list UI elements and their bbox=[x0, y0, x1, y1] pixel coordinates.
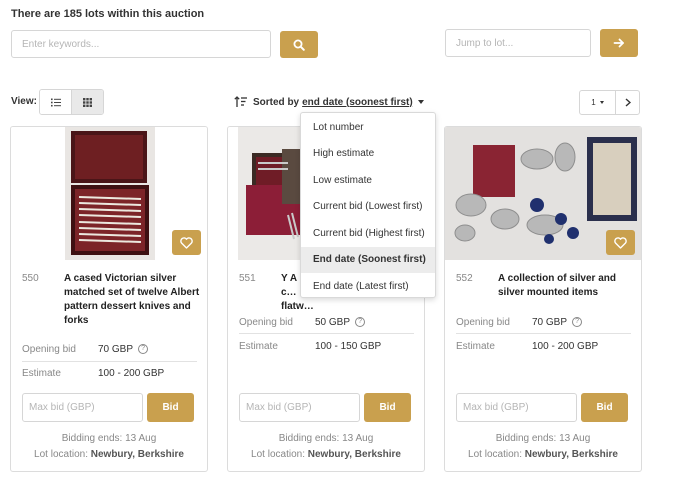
grid-icon bbox=[83, 97, 92, 107]
max-bid-input[interactable] bbox=[456, 393, 577, 422]
estimate-row: Estimate 100 - 200 GBP bbox=[22, 368, 197, 379]
estimate-value: 100 - 200 GBP bbox=[98, 368, 165, 379]
lot-card[interactable]: 550 A cased Victorian silver matched set… bbox=[10, 126, 208, 472]
opening-bid-value: 70 GBP? bbox=[98, 344, 149, 355]
lot-number: 552 bbox=[456, 273, 473, 284]
opening-bid-row: Opening bid 70 GBP? bbox=[22, 344, 197, 355]
sort-value[interactable]: end date (soonest first) bbox=[302, 97, 413, 108]
list-view-button[interactable] bbox=[40, 90, 71, 114]
lot-title[interactable]: A cased Victorian silver matched set of … bbox=[64, 272, 202, 328]
lot-location: Lot location: Newbury, Berkshire bbox=[34, 449, 184, 460]
divider bbox=[22, 361, 197, 362]
estimate-label: Estimate bbox=[456, 341, 495, 352]
pagination: 1 bbox=[579, 90, 640, 115]
estimate-label: Estimate bbox=[22, 368, 61, 379]
opening-bid-label: Opening bid bbox=[22, 344, 76, 355]
estimate-label: Estimate bbox=[239, 341, 278, 352]
chevron-right-icon bbox=[625, 98, 631, 107]
sort-option-current-bid-lowest[interactable]: Current bid (Lowest first) bbox=[301, 194, 435, 221]
lots-count-heading: There are 185 lots within this auction bbox=[11, 8, 205, 20]
estimate-row: Estimate 100 - 200 GBP bbox=[456, 341, 631, 352]
sort-option-lot-number[interactable]: Lot number bbox=[301, 114, 435, 141]
list-icon bbox=[50, 98, 61, 106]
page-select[interactable]: 1 bbox=[580, 91, 616, 114]
sort-control[interactable]: Sorted by end date (soonest first) bbox=[234, 96, 424, 108]
opening-bid-value: 70 GBP? bbox=[532, 317, 583, 328]
jump-to-lot-input[interactable] bbox=[445, 29, 591, 57]
jump-to-lot-button[interactable] bbox=[600, 29, 638, 57]
sort-option-current-bid-highest[interactable]: Current bid (Highest first) bbox=[301, 220, 435, 247]
search-input[interactable] bbox=[11, 30, 271, 58]
sort-dropdown-menu: Lot number High estimate Low estimate Cu… bbox=[300, 112, 436, 298]
opening-bid-row: Opening bid 50 GBP? bbox=[239, 317, 414, 328]
bidding-ends: Bidding ends: 13 Aug bbox=[61, 433, 157, 444]
lot-title[interactable]: Y A c… flatw… bbox=[281, 272, 314, 314]
lot-number: 551 bbox=[239, 273, 256, 284]
help-icon[interactable]: ? bbox=[138, 344, 149, 355]
opening-bid-row: Opening bid 70 GBP? bbox=[456, 317, 631, 328]
bid-button[interactable]: Bid bbox=[364, 393, 411, 422]
lot-card[interactable]: 552 A collection of silver and silver mo… bbox=[444, 126, 642, 472]
view-toggle bbox=[39, 89, 104, 115]
sort-option-high-estimate[interactable]: High estimate bbox=[301, 141, 435, 168]
bidding-ends: Bidding ends: 13 Aug bbox=[278, 433, 374, 444]
help-icon[interactable]: ? bbox=[572, 317, 583, 328]
lot-location: Lot location: Newbury, Berkshire bbox=[468, 449, 618, 460]
caret-down-icon bbox=[417, 100, 424, 104]
max-bid-input[interactable] bbox=[239, 393, 360, 422]
search-icon bbox=[293, 39, 305, 51]
opening-bid-label: Opening bid bbox=[456, 317, 510, 328]
lot-location: Lot location: Newbury, Berkshire bbox=[251, 449, 401, 460]
sort-option-low-estimate[interactable]: Low estimate bbox=[301, 167, 435, 194]
next-page-button[interactable] bbox=[616, 91, 639, 114]
estimate-value: 100 - 150 GBP bbox=[315, 341, 382, 352]
lot-number: 550 bbox=[22, 273, 39, 284]
page-number: 1 bbox=[591, 98, 596, 107]
grid-view-button[interactable] bbox=[71, 90, 103, 114]
lot-title[interactable]: A collection of silver and silver mounte… bbox=[498, 272, 636, 300]
heart-icon bbox=[180, 236, 193, 249]
divider bbox=[456, 333, 631, 334]
opening-bid-value: 50 GBP? bbox=[315, 317, 366, 328]
estimate-value: 100 - 200 GBP bbox=[532, 341, 599, 352]
search-button[interactable] bbox=[280, 31, 318, 58]
sort-label: Sorted by bbox=[253, 96, 300, 108]
bid-button[interactable]: Bid bbox=[147, 393, 194, 422]
caret-down-icon bbox=[599, 101, 604, 104]
estimate-row: Estimate 100 - 150 GBP bbox=[239, 341, 414, 352]
arrow-right-icon bbox=[613, 38, 624, 48]
bid-button[interactable]: Bid bbox=[581, 393, 628, 422]
sort-option-end-date-latest[interactable]: End date (Latest first) bbox=[301, 273, 435, 300]
divider bbox=[239, 333, 414, 334]
help-icon[interactable]: ? bbox=[355, 317, 366, 328]
opening-bid-label: Opening bid bbox=[239, 317, 293, 328]
sort-option-end-date-soonest[interactable]: End date (Soonest first) bbox=[301, 246, 435, 273]
favourite-button[interactable] bbox=[606, 230, 635, 255]
max-bid-input[interactable] bbox=[22, 393, 143, 422]
view-label: View: bbox=[11, 96, 37, 107]
heart-icon bbox=[614, 236, 627, 249]
sort-icon bbox=[234, 96, 247, 107]
bidding-ends: Bidding ends: 13 Aug bbox=[495, 433, 591, 444]
favourite-button[interactable] bbox=[172, 230, 201, 255]
